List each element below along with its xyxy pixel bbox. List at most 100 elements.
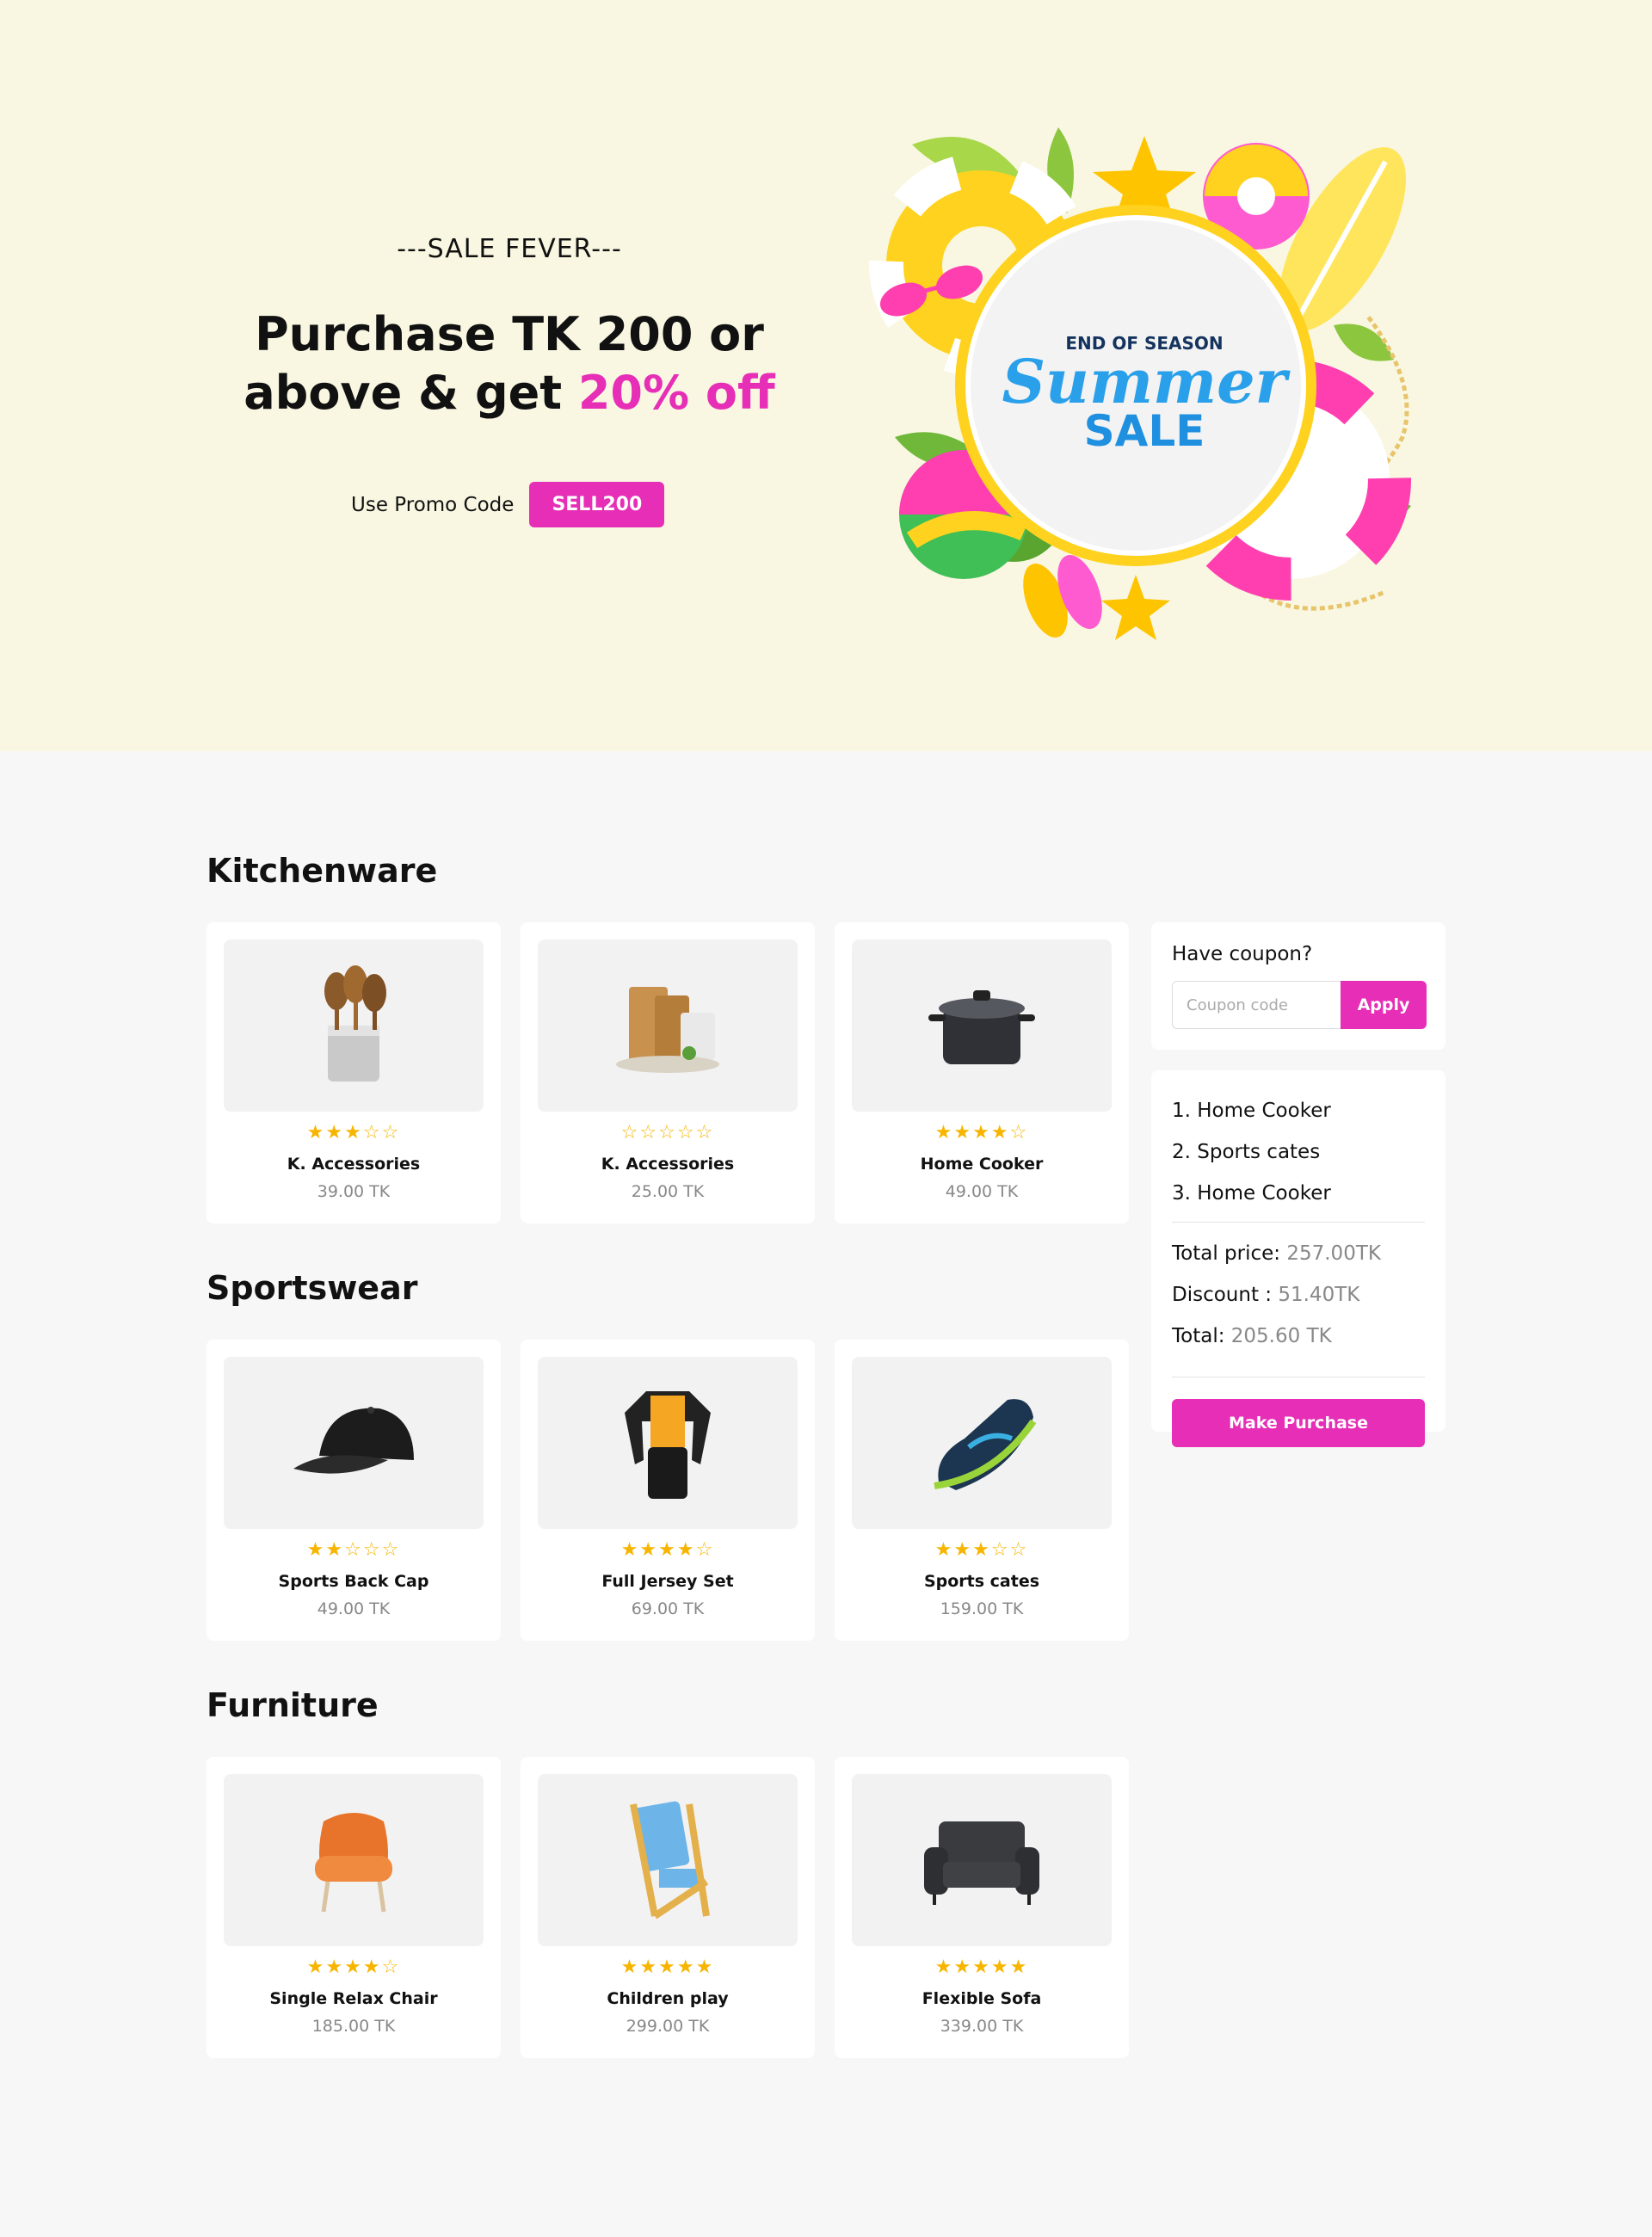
star-filled-icon: ★ bbox=[639, 1539, 659, 1561]
product-name[interactable]: Children play bbox=[521, 1989, 815, 2008]
product-name[interactable]: Full Jersey Set bbox=[521, 1572, 815, 1591]
product-price: 39.00 TK bbox=[317, 1182, 391, 1201]
banner-bottom-text: SALE bbox=[1084, 406, 1205, 456]
rating-stars: ★★★☆☆ bbox=[835, 1539, 1129, 1561]
product-name[interactable]: Sports Back Cap bbox=[206, 1572, 501, 1591]
cooking-pot-icon[interactable] bbox=[852, 940, 1112, 1112]
star-empty-icon: ☆ bbox=[658, 1122, 677, 1143]
star-empty-icon: ☆ bbox=[695, 1122, 715, 1143]
total-row: Total: 205.60 TK bbox=[1172, 1325, 1332, 1347]
make-purchase-button[interactable]: Make Purchase bbox=[1172, 1399, 1425, 1447]
product-name[interactable]: K. Accessories bbox=[521, 1155, 815, 1174]
product-card[interactable]: ★★★☆☆ K. Accessories 39.00 TK bbox=[206, 922, 501, 1223]
product-card[interactable]: ★★★★☆ Single Relax Chair 185.00 TK bbox=[206, 1757, 501, 2058]
coupon-title: Have coupon? bbox=[1172, 943, 1313, 965]
sneaker-icon[interactable] bbox=[852, 1357, 1112, 1529]
product-price: 49.00 TK bbox=[317, 1599, 391, 1618]
rating-stars: ★★★★☆ bbox=[206, 1957, 501, 1978]
total-value: 205.60 TK bbox=[1230, 1325, 1332, 1347]
armchair-icon[interactable] bbox=[224, 1774, 484, 1946]
star-filled-icon: ★ bbox=[658, 1957, 677, 1978]
star-empty-icon: ☆ bbox=[620, 1122, 640, 1143]
star-empty-icon: ☆ bbox=[990, 1539, 1010, 1561]
star-filled-icon: ★ bbox=[934, 1122, 954, 1143]
star-empty-icon: ☆ bbox=[676, 1122, 696, 1143]
product-price: 49.00 TK bbox=[945, 1182, 1019, 1201]
star-filled-icon: ★ bbox=[620, 1539, 640, 1561]
headline-line-2: above & get 20% off bbox=[224, 364, 795, 422]
product-name[interactable]: Flexible Sofa bbox=[835, 1989, 1129, 2008]
star-filled-icon: ★ bbox=[695, 1957, 715, 1978]
promo-row: Use Promo Code SELL200 bbox=[351, 482, 665, 527]
rating-stars: ★★☆☆☆ bbox=[206, 1539, 501, 1561]
total-label: Total: bbox=[1172, 1325, 1225, 1347]
star-empty-icon: ☆ bbox=[362, 1539, 382, 1561]
cart-item: 1. Home Cooker bbox=[1172, 1100, 1331, 1122]
star-empty-icon: ☆ bbox=[381, 1957, 401, 1978]
summer-sale-illustration: END OF SEASON Summer SALE bbox=[869, 127, 1411, 640]
star-filled-icon: ★ bbox=[325, 1122, 345, 1143]
star-filled-icon: ★ bbox=[676, 1957, 696, 1978]
baseball-cap-icon[interactable] bbox=[224, 1357, 484, 1529]
star-filled-icon: ★ bbox=[972, 1122, 991, 1143]
discount-label: Discount : bbox=[1172, 1284, 1273, 1306]
total-price-row: Total price: 257.00TK bbox=[1172, 1242, 1381, 1265]
star-empty-icon: ☆ bbox=[1009, 1122, 1029, 1143]
product-card[interactable]: ★★★★☆ Home Cooker 49.00 TK bbox=[835, 922, 1129, 1223]
star-filled-icon: ★ bbox=[306, 1122, 326, 1143]
product-card[interactable]: ★★☆☆☆ Sports Back Cap 49.00 TK bbox=[206, 1340, 501, 1641]
product-name[interactable]: K. Accessories bbox=[206, 1155, 501, 1174]
star-filled-icon: ★ bbox=[953, 1122, 973, 1143]
total-price-value: 257.00TK bbox=[1286, 1242, 1381, 1265]
star-empty-icon: ☆ bbox=[362, 1122, 382, 1143]
star-empty-icon: ☆ bbox=[381, 1539, 401, 1561]
coupon-panel: Have coupon? Apply bbox=[1151, 922, 1446, 1050]
section-title-sportswear: Sportswear bbox=[206, 1269, 418, 1307]
section-title-kitchenware: Kitchenware bbox=[206, 852, 438, 890]
coupon-code-input[interactable] bbox=[1172, 981, 1341, 1029]
sofa-icon[interactable] bbox=[852, 1774, 1112, 1946]
folding-chair-icon[interactable] bbox=[538, 1774, 798, 1946]
jersey-suit-icon[interactable] bbox=[538, 1357, 798, 1529]
product-name[interactable]: Single Relax Chair bbox=[206, 1989, 501, 2008]
star-filled-icon: ★ bbox=[325, 1539, 345, 1561]
rating-stars: ★★★★☆ bbox=[521, 1539, 815, 1561]
product-price: 185.00 TK bbox=[311, 2017, 396, 2036]
product-price: 299.00 TK bbox=[626, 2017, 710, 2036]
sale-headline: Purchase TK 200 or above & get 20% off bbox=[224, 305, 795, 422]
product-name[interactable]: Home Cooker bbox=[835, 1155, 1129, 1174]
star-empty-icon: ☆ bbox=[639, 1122, 659, 1143]
star-empty-icon: ☆ bbox=[344, 1539, 363, 1561]
star-filled-icon: ★ bbox=[306, 1539, 326, 1561]
promo-code-badge[interactable]: SELL200 bbox=[529, 482, 665, 527]
product-card[interactable]: ☆☆☆☆☆ K. Accessories 25.00 TK bbox=[521, 922, 815, 1223]
star-filled-icon: ★ bbox=[344, 1122, 363, 1143]
product-card[interactable]: ★★★★★ Children play 299.00 TK bbox=[521, 1757, 815, 2058]
star-filled-icon: ★ bbox=[990, 1122, 1010, 1143]
product-card[interactable]: ★★★★★ Flexible Sofa 339.00 TK bbox=[835, 1757, 1129, 2058]
product-card[interactable]: ★★★★☆ Full Jersey Set 69.00 TK bbox=[521, 1340, 815, 1641]
star-empty-icon: ☆ bbox=[381, 1122, 401, 1143]
cutting-boards-icon[interactable] bbox=[538, 940, 798, 1112]
total-price-label: Total price: bbox=[1172, 1242, 1281, 1265]
discount-value: 51.40TK bbox=[1278, 1284, 1360, 1306]
product-name[interactable]: Sports cates bbox=[835, 1572, 1129, 1591]
apply-coupon-button[interactable]: Apply bbox=[1341, 981, 1427, 1029]
promo-label: Use Promo Code bbox=[351, 493, 515, 516]
star-filled-icon: ★ bbox=[676, 1539, 696, 1561]
section-title-furniture: Furniture bbox=[206, 1686, 379, 1724]
star-filled-icon: ★ bbox=[953, 1539, 973, 1561]
product-price: 339.00 TK bbox=[940, 2017, 1024, 2036]
star-filled-icon: ★ bbox=[972, 1957, 991, 1978]
rating-stars: ☆☆☆☆☆ bbox=[521, 1122, 815, 1143]
product-card[interactable]: ★★★☆☆ Sports cates 159.00 TK bbox=[835, 1340, 1129, 1641]
rating-stars: ★★★★★ bbox=[835, 1957, 1129, 1978]
product-price: 159.00 TK bbox=[940, 1599, 1024, 1618]
wooden-utensils-icon[interactable] bbox=[224, 940, 484, 1112]
headline-line-1: Purchase TK 200 or bbox=[255, 307, 764, 361]
star-filled-icon: ★ bbox=[344, 1957, 363, 1978]
rating-stars: ★★★☆☆ bbox=[206, 1122, 501, 1143]
star-empty-icon: ☆ bbox=[1009, 1539, 1029, 1561]
rating-stars: ★★★★★ bbox=[521, 1957, 815, 1978]
rating-stars: ★★★★☆ bbox=[835, 1122, 1129, 1143]
